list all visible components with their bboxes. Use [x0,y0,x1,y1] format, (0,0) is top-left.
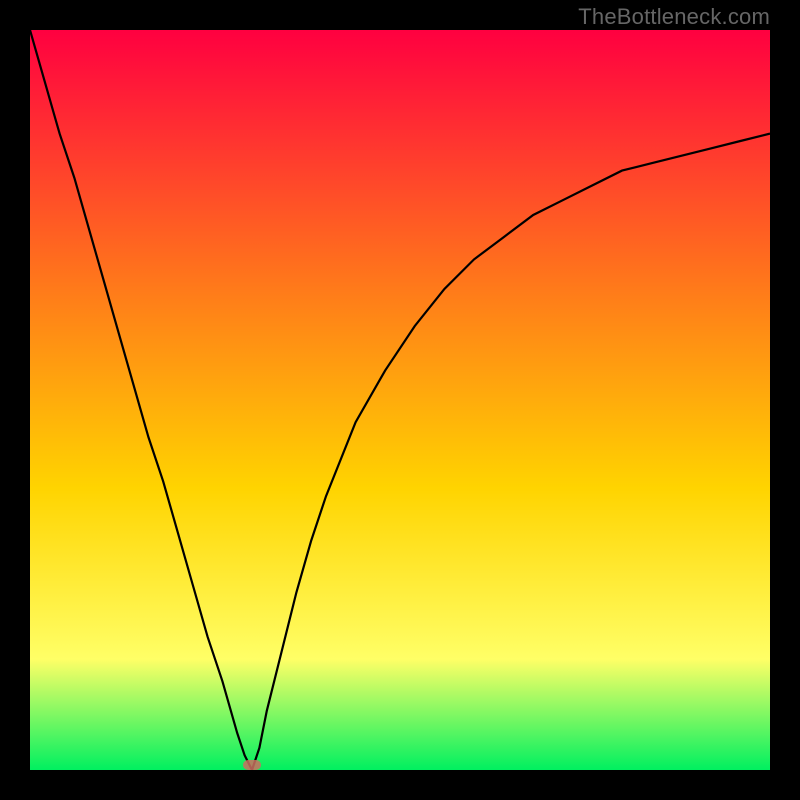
plot-area [30,30,770,770]
chart-frame: TheBottleneck.com [0,0,800,800]
bottleneck-curve [30,30,770,770]
optimum-marker [243,760,261,770]
watermark-text: TheBottleneck.com [578,4,770,30]
